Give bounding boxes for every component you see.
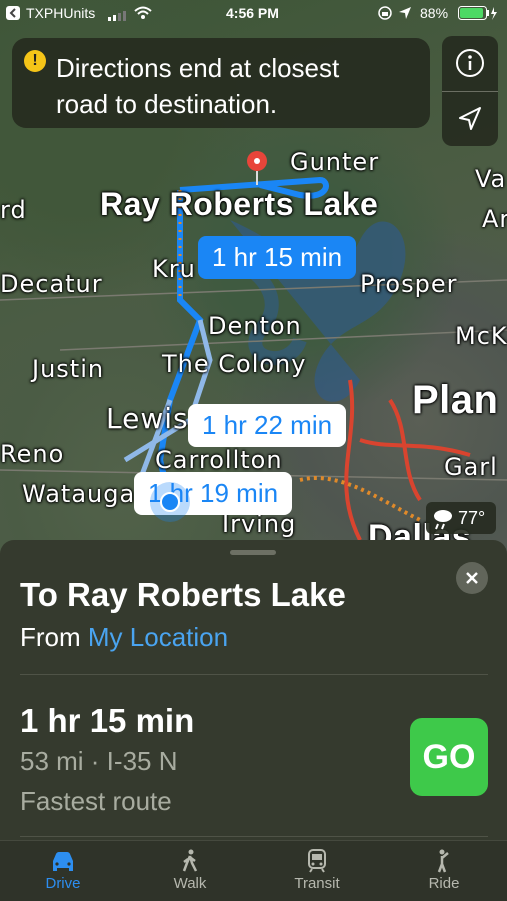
- notice-line-1: Directions end at closest: [56, 53, 340, 83]
- current-location-dot: [150, 482, 190, 522]
- route-time-primary[interactable]: 1 hr 15 min: [198, 236, 357, 279]
- sheet-title: To Ray Roberts Lake: [20, 576, 346, 613]
- tab-ride[interactable]: Ride: [381, 841, 507, 901]
- status-time: 4:56 PM: [226, 5, 279, 21]
- from-label: From: [20, 622, 88, 652]
- signal-icon: [108, 8, 130, 24]
- close-icon: [466, 572, 478, 584]
- map-controls: [442, 36, 498, 146]
- map-label: The Colony: [162, 350, 307, 378]
- weather-temp: 77°: [458, 508, 486, 528]
- tab-label: Drive: [45, 875, 81, 892]
- map-label: Ar: [482, 205, 507, 233]
- tab-transit[interactable]: Transit: [254, 841, 380, 901]
- map-label: Decatur: [0, 270, 103, 298]
- rotation-lock-icon: [378, 6, 392, 23]
- tab-drive[interactable]: Drive: [0, 841, 126, 901]
- warning-icon: !: [24, 50, 46, 72]
- map-label: Plan: [412, 378, 499, 422]
- tab-label: Transit: [294, 875, 340, 892]
- close-button[interactable]: [456, 562, 488, 594]
- map-label: Carrollton: [155, 446, 283, 474]
- battery-percent: 88%: [420, 5, 449, 21]
- sheet-grabber[interactable]: [230, 550, 276, 555]
- directions-sheet: To Ray Roberts Lake From My Location 1 h…: [0, 540, 507, 840]
- map-label: Va: [475, 165, 507, 193]
- notice-line-2: road to destination.: [56, 89, 278, 119]
- status-bar: TXPHUnits 4:56 PM 88%: [0, 0, 507, 28]
- go-button[interactable]: GO: [410, 718, 488, 796]
- destination-label: Ray Roberts Lake: [100, 186, 379, 222]
- map-label: Lewis: [106, 402, 189, 435]
- transport-tab-bar: Drive Walk Transit Ride: [0, 840, 507, 901]
- rain-cloud-icon: [434, 510, 452, 530]
- wifi-icon: [134, 6, 152, 23]
- tab-walk[interactable]: Walk: [127, 841, 253, 901]
- map-label: Gunter: [290, 148, 380, 176]
- ride-icon: [437, 849, 449, 873]
- map-label: Watauga: [22, 480, 136, 508]
- walk-icon: [182, 849, 198, 872]
- route-origin: From My Location: [20, 622, 228, 653]
- info-icon: [456, 49, 484, 77]
- car-icon: [53, 852, 73, 871]
- map-label: Reno: [0, 440, 65, 468]
- divider: [20, 674, 488, 675]
- route-duration: 1 hr 15 min: [20, 702, 195, 739]
- tab-label: Ride: [428, 875, 460, 892]
- info-button[interactable]: [442, 36, 498, 91]
- tab-label: Walk: [173, 875, 207, 892]
- location-services-icon: [398, 6, 412, 23]
- location-arrow-icon: [459, 107, 481, 130]
- train-icon: [308, 849, 326, 873]
- tracking-button[interactable]: [442, 92, 498, 146]
- back-app-icon[interactable]: [6, 6, 20, 23]
- map-label: Prosper: [360, 270, 458, 298]
- weather-badge: 77°: [426, 502, 496, 534]
- route-distance: 53 mi · I-35 N: [20, 746, 178, 776]
- map-label: Garl: [444, 453, 498, 481]
- route-time-alt-1[interactable]: 1 hr 22 min: [188, 404, 347, 447]
- map-label: Denton: [208, 312, 302, 340]
- map-label: McK: [455, 322, 507, 350]
- route-note: Fastest route: [20, 786, 172, 816]
- battery-icon: [458, 6, 498, 25]
- map-label: Justin: [32, 355, 105, 383]
- my-location-link[interactable]: My Location: [88, 622, 228, 652]
- divider: [20, 836, 488, 837]
- directions-notice: ! Directions end at closest road to dest…: [12, 38, 430, 128]
- carrier-label: TXPHUnits: [26, 5, 96, 21]
- map-label: Kru: [152, 255, 196, 283]
- map-label: rd: [0, 196, 27, 224]
